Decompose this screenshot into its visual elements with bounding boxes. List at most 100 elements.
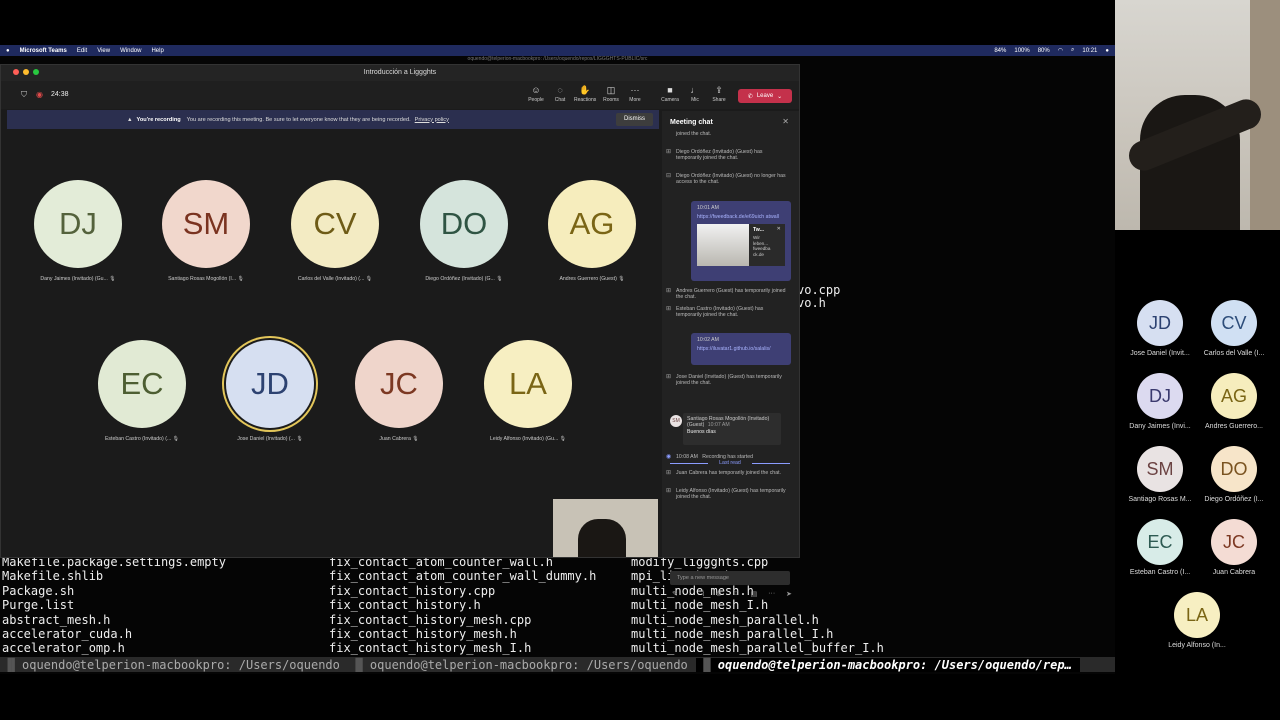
participant-tile[interactable]: EC Esteban Castro (Invitado) (... 🎙 [82, 340, 202, 442]
terminal-file-entry: Makefile.shlib [2, 569, 104, 584]
gallery-participant[interactable]: JC Juan Cabrera [1194, 519, 1274, 576]
participant-tile[interactable]: CV Carlos del Valle (Invitado) (... 🎙 [275, 180, 395, 282]
user-icon[interactable]: ● [1105, 48, 1109, 54]
attach-icon[interactable]: ⌇ [702, 590, 705, 598]
terminal-file-entry: abstract_mesh.h [2, 612, 111, 627]
menu-view[interactable]: View [97, 48, 110, 54]
close-window-button[interactable] [13, 69, 19, 75]
participant-tile[interactable]: DJ Dany Jaimes (Invitado) (Gu... 🎙 [18, 180, 138, 282]
more-button[interactable]: ··· More [624, 85, 646, 103]
mic-muted-icon: 🎙 [616, 276, 625, 282]
participant-tile[interactable]: JD Jose Daniel (Invitado) (... 🎙 [210, 340, 330, 442]
battery-level-2: 100% [1014, 47, 1030, 54]
participant-name: Juan Cabrera 🎙 [339, 436, 459, 442]
chevron-down-icon[interactable]: ⌄ [777, 93, 782, 100]
camera-button[interactable]: ■ Camera [659, 85, 681, 103]
more-options-icon[interactable]: ··· [768, 590, 775, 598]
close-preview-icon[interactable]: ✕ [777, 226, 781, 232]
mac-menu-bar: ● Microsoft Teams Edit View Window Help … [0, 45, 1115, 56]
terminal-file-entry: multi_node_mesh_parallel.h [631, 612, 819, 627]
close-chat-icon[interactable]: ✕ [782, 117, 789, 126]
apple-icon[interactable]: ● [6, 48, 10, 54]
join-icon: ⊞ [666, 149, 672, 155]
gallery-participant[interactable]: DJ Dany Jaimes (Invi... [1120, 373, 1200, 430]
zoom-window-button[interactable] [33, 69, 39, 75]
format-icon[interactable]: ✎ [672, 590, 678, 598]
reactions-label: Reactions [574, 97, 597, 103]
participant-tile[interactable]: AG Andres Guerrero (Guest) 🎙 [532, 180, 652, 282]
people-button[interactable]: ☺ People [525, 85, 547, 103]
self-view-video[interactable] [553, 499, 658, 557]
status-tab-3[interactable]: oquendo@telperion-macbookpro: /Users/oqu… [695, 657, 1080, 672]
gallery-avatar: JD [1137, 300, 1183, 346]
chat-message[interactable]: Santiago Rosas Mogollón (Invitado) (Gues… [683, 413, 781, 445]
participant-tile[interactable]: LA Leidy Alfonso (Invitado) (Gu... 🎙 [468, 340, 588, 442]
chat-button[interactable]: ◌ Chat [549, 85, 571, 103]
terminal-file-entry: multi_node_mesh_parallel_I.h [631, 627, 834, 642]
status-tab-2[interactable]: oquendo@telperion-macbookpro: /Users/oqu… [348, 658, 696, 672]
gallery-participant[interactable]: LA Leidy Alfonso (In... [1157, 592, 1237, 649]
recording-banner: ▲ You're recording You are recording thi… [7, 110, 659, 129]
status-tab-1[interactable]: oquendo@telperion-macbookpro: /Users/oqu… [0, 658, 348, 672]
join-icon: ⊞ [666, 488, 672, 494]
link-preview-card[interactable]: Tw... Wir leben... fweedba ck.de ✕ [697, 224, 785, 266]
dismiss-button[interactable]: Dismiss [616, 113, 653, 126]
menu-window[interactable]: Window [120, 48, 141, 54]
wifi-icon[interactable]: ◠ [1058, 47, 1063, 54]
minimize-window-button[interactable] [23, 69, 29, 75]
participant-name-text: Juan Cabrera [379, 436, 411, 442]
participant-tile[interactable]: DO Diego Ordóñez (Invitado) (G... 🎙 [404, 180, 524, 282]
terminal-file-entry: fix_contact_history.h [329, 598, 481, 613]
gallery-avatar: DJ [1137, 373, 1183, 419]
recording-started-icon: ◉ [666, 454, 672, 460]
gallery-participant[interactable]: JD Jose Daniel (Invit... [1120, 300, 1200, 357]
gallery-participant[interactable]: AG Andres Guerrero... [1194, 373, 1274, 430]
more-label: More [629, 97, 641, 103]
gallery-participant[interactable]: EC Esteban Castro (I... [1120, 519, 1200, 576]
emoji-icon[interactable]: ☺ [733, 590, 740, 598]
chat-icon: ◌ [557, 85, 563, 95]
mic-icon: ♩ [690, 85, 700, 95]
search-icon[interactable]: ⌕ [1071, 47, 1074, 54]
bubble-link[interactable]: https://iluvatar1.github.io/salalis/ [697, 346, 785, 352]
share-button[interactable]: ⇪ Share [708, 85, 730, 103]
terminal-file-entry: multi_node_mesh_parallel_buffer_I.h [631, 641, 884, 656]
rooms-button[interactable]: ◫ Rooms [600, 85, 622, 103]
mic-button[interactable]: ♩ Mic [684, 85, 706, 103]
participant-tile[interactable]: SM Santiago Rosas Mogollón (I... 🎙 [146, 180, 266, 282]
privacy-policy-link[interactable]: Privacy policy [415, 117, 449, 123]
chat-recording-event: ◉ 10:08 AM Recording has started [666, 454, 786, 460]
participant-name: Carlos del Valle (Invitado) (... 🎙 [275, 276, 395, 282]
participant-name: Diego Ordóñez (Invitado) (G... 🎙 [404, 276, 524, 282]
urgent-icon[interactable]: ! [689, 590, 691, 598]
leave-button[interactable]: ✆ Leave ⌄ [738, 89, 792, 103]
terminal-file-entry: multi_node_mesh_I.h [631, 598, 769, 613]
participant-avatar: EC [98, 340, 186, 428]
menu-help[interactable]: Help [151, 48, 163, 54]
terminal-file-entry: Package.sh [2, 583, 75, 598]
menu-edit[interactable]: Edit [77, 48, 87, 54]
menu-clock[interactable]: 10:21 [1082, 48, 1097, 54]
participant-tile[interactable]: JC Juan Cabrera 🎙 [339, 340, 459, 442]
people-icon: ☺ [531, 85, 541, 95]
gallery-participant[interactable]: CV Carlos del Valle (I... [1194, 300, 1274, 357]
chat-message-input[interactable]: Type a new message [670, 571, 790, 585]
gallery-avatar: CV [1211, 300, 1257, 346]
message-avatar[interactable]: SM [670, 415, 682, 427]
shield-icon[interactable]: ⛉ [21, 90, 27, 100]
gif-icon[interactable]: ▤ [751, 590, 758, 598]
leave-icon: ⊟ [666, 173, 672, 179]
chat-event: ⊟ Diego Ordóñez (Invitado) (Guest) no lon… [666, 173, 786, 185]
menu-app-name[interactable]: Microsoft Teams [20, 48, 67, 54]
loop-icon[interactable]: ⊚ [716, 590, 722, 598]
gallery-participant[interactable]: DO Diego Ordóñez (I... [1194, 446, 1274, 503]
link-preview-title: Tw... [753, 227, 764, 233]
rooms-icon: ◫ [606, 85, 616, 95]
join-icon: ⊞ [666, 288, 672, 294]
send-icon[interactable]: ➤ [786, 590, 792, 598]
gallery-participant[interactable]: SM Santiago Rosas M... [1120, 446, 1200, 503]
terminal-address: oquendo@telperion-macbookpro: /Users/oqu… [467, 56, 648, 62]
bubble-link[interactable]: https://fweedback.de/e69uich atwall [697, 214, 785, 220]
recording-banner-title: You're recording [136, 116, 181, 123]
reactions-button[interactable]: ✋ Reactions [574, 85, 596, 103]
